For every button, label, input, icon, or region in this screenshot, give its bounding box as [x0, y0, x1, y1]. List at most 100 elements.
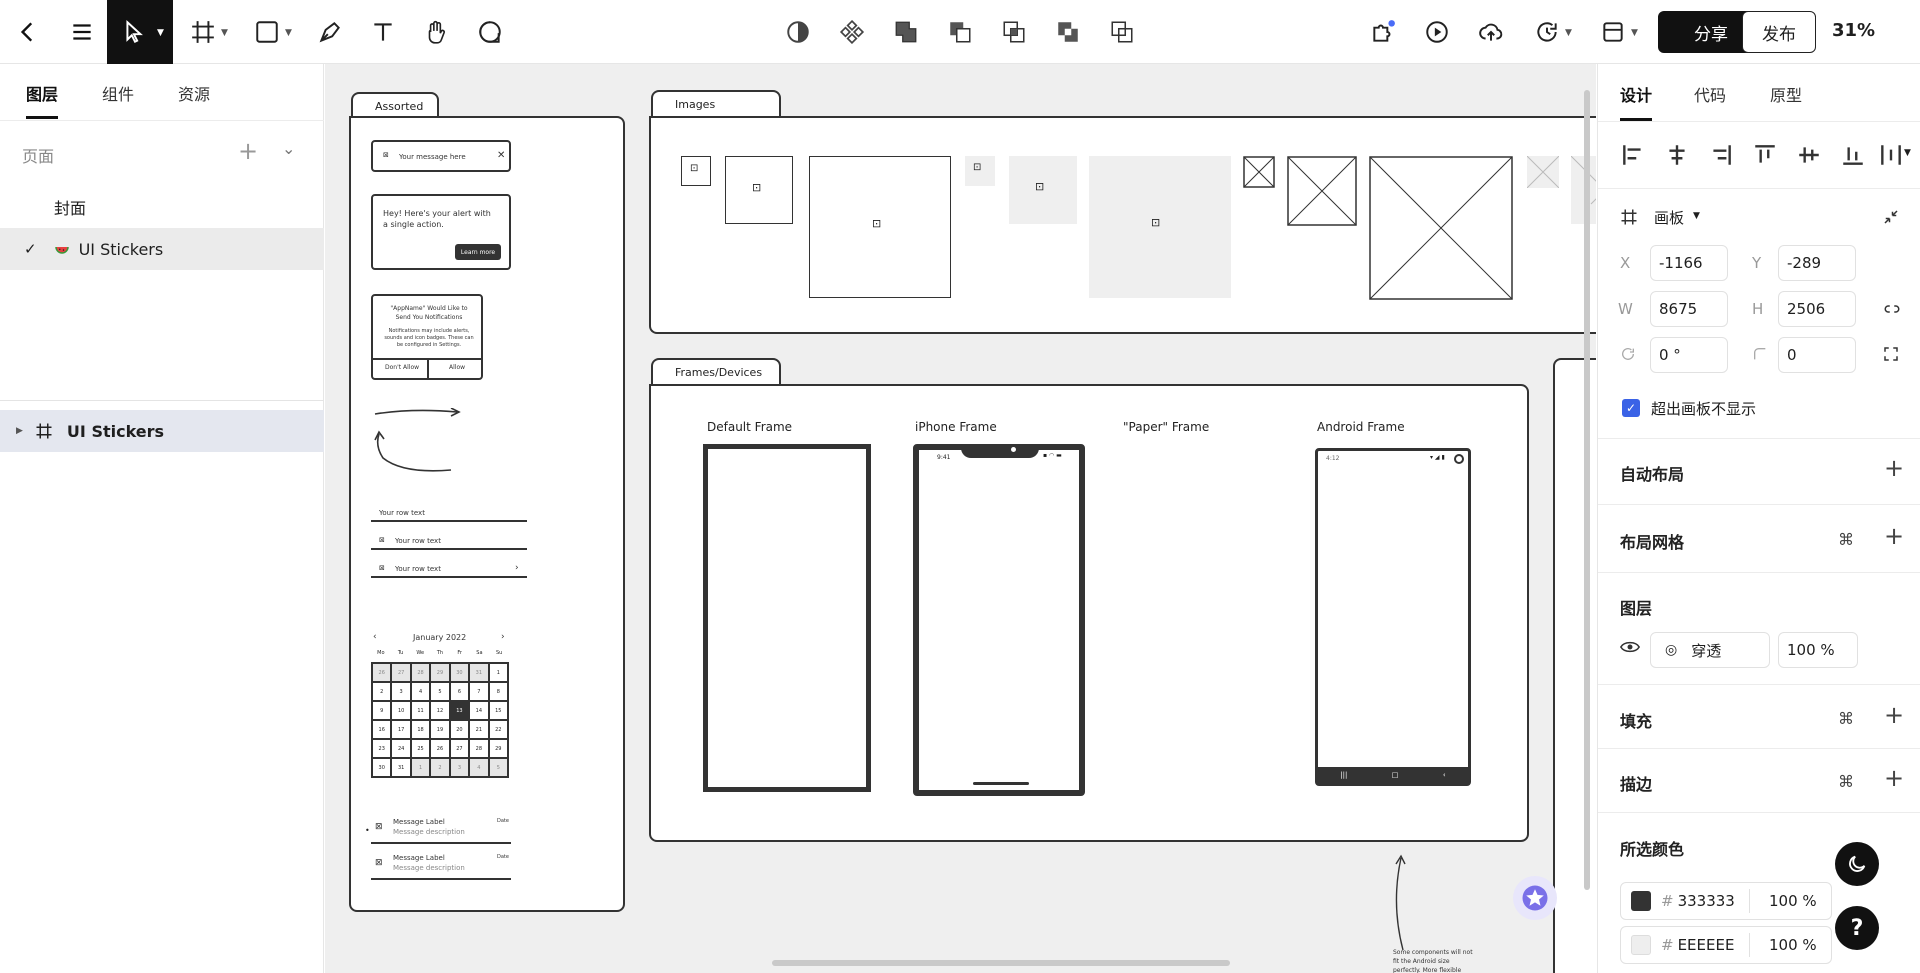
tab-code[interactable]: 代码: [1694, 82, 1726, 106]
images-folder-tab[interactable]: Images: [651, 90, 781, 118]
boolean-exclude-icon[interactable]: [1054, 10, 1082, 54]
styles-icon[interactable]: ⌘: [1838, 709, 1854, 728]
chevron-down-icon[interactable]: ▼: [1693, 211, 1700, 221]
image-placeholder-grey[interactable]: ⊡: [1009, 156, 1077, 224]
android-frame[interactable]: 4:12 ▾ ◢ ▮ ||| □ ‹: [1315, 448, 1471, 786]
select-tool-button[interactable]: ▼: [107, 0, 173, 64]
color-row[interactable]: # EEEEEE 100 %: [1620, 926, 1832, 964]
tab-assets[interactable]: 资源: [178, 81, 210, 105]
add-fill-icon[interactable]: +: [1884, 701, 1904, 729]
chevron-down-icon[interactable]: ▼: [285, 28, 292, 38]
frames-folder[interactable]: Default Frame iPhone Frame "Paper" Frame…: [649, 384, 1529, 842]
back-icon[interactable]: [12, 10, 44, 54]
page-item-cover[interactable]: 封面: [0, 186, 324, 228]
chevron-down-icon[interactable]: ▼: [1631, 28, 1638, 38]
image-crossed-placeholder[interactable]: [1243, 156, 1275, 188]
chevron-down-icon[interactable]: ▼: [1904, 148, 1911, 158]
layout-panel-icon[interactable]: [1598, 10, 1628, 54]
chevron-down-icon[interactable]: ▼: [1565, 28, 1572, 38]
rectangle-tool-icon[interactable]: [252, 10, 282, 54]
width-input[interactable]: 8675: [1650, 291, 1728, 327]
plugin-icon[interactable]: [1368, 10, 1398, 54]
dialog-sticker[interactable]: "AppName" Would Like to Send You Notific…: [371, 294, 483, 380]
page-item-ui-stickers[interactable]: ✓ UI Stickers: [0, 228, 324, 270]
add-page-icon[interactable]: +: [238, 137, 258, 165]
expand-arrow-icon[interactable]: ▶: [16, 426, 23, 436]
component-icon[interactable]: [838, 10, 866, 54]
text-tool-icon[interactable]: [367, 10, 399, 54]
rotation-input[interactable]: 0 °: [1650, 337, 1728, 373]
image-placeholder[interactable]: ⊡: [681, 156, 711, 186]
align-left-icon[interactable]: [1620, 142, 1646, 168]
menu-icon[interactable]: [66, 10, 98, 54]
dark-mode-toggle[interactable]: [1835, 842, 1879, 886]
blend-mode-select[interactable]: ◎ 穿透: [1650, 632, 1770, 668]
link-icon[interactable]: [1882, 300, 1902, 318]
boolean-intersect-icon[interactable]: [1000, 10, 1028, 54]
publish-button[interactable]: 发布: [1742, 11, 1816, 53]
vertical-scrollbar[interactable]: [1584, 90, 1590, 890]
tab-prototype[interactable]: 原型: [1770, 82, 1802, 106]
align-top-icon[interactable]: [1752, 142, 1778, 168]
clip-content-checkbox[interactable]: ✓: [1622, 399, 1640, 417]
assorted-folder[interactable]: ⊠ Your message here ✕ Hey! Here's your a…: [349, 116, 625, 912]
comment-tool-icon[interactable]: [474, 10, 506, 54]
add-layout-grid-icon[interactable]: +: [1884, 522, 1904, 550]
chevron-down-icon[interactable]: ⌄: [282, 139, 295, 158]
image-placeholder[interactable]: ⊡: [725, 156, 793, 224]
horizontal-scrollbar[interactable]: [772, 960, 1230, 966]
x-input[interactable]: -1166: [1650, 245, 1728, 281]
toast-sticker[interactable]: ⊠ Your message here ✕: [371, 140, 511, 172]
design-canvas[interactable]: Assorted ⊠ Your message here ✕ Hey! Here…: [325, 64, 1596, 973]
styles-icon[interactable]: ⌘: [1838, 530, 1854, 549]
align-center-h-icon[interactable]: [1664, 142, 1690, 168]
color-swatch[interactable]: [1631, 891, 1651, 911]
history-icon[interactable]: [1532, 10, 1562, 54]
upload-cloud-icon[interactable]: [1476, 10, 1506, 54]
frame-type-label[interactable]: 画板: [1654, 207, 1684, 228]
height-input[interactable]: 2506: [1778, 291, 1856, 327]
chevron-down-icon[interactable]: ▼: [221, 28, 228, 38]
arrow-stickers[interactable]: [373, 408, 465, 478]
y-input[interactable]: -289: [1778, 245, 1856, 281]
image-placeholder[interactable]: ⊡: [809, 156, 951, 298]
images-folder[interactable]: ⊡ ⊡ ⊡ ⊡ ⊡ ⊡: [649, 116, 1596, 334]
row-sticker[interactable]: ⊠ Your row text: [371, 532, 527, 550]
collapse-icon[interactable]: [1882, 208, 1900, 226]
tab-components[interactable]: 组件: [102, 81, 134, 105]
image-crossed-placeholder-grey[interactable]: [1527, 156, 1559, 188]
layer-row-ui-stickers[interactable]: ▶ UI Stickers: [0, 410, 324, 452]
add-stroke-icon[interactable]: +: [1884, 764, 1904, 792]
image-placeholder-grey[interactable]: ⊡: [1089, 156, 1231, 298]
independent-corners-icon[interactable]: [1882, 345, 1900, 363]
boolean-subtract-icon[interactable]: [946, 10, 974, 54]
image-placeholder-grey[interactable]: ⊡: [965, 156, 995, 186]
boolean-union-icon[interactable]: [892, 10, 920, 54]
zoom-level[interactable]: 31%: [1832, 20, 1875, 41]
message-item[interactable]: • ⊠ Message Label Message description Da…: [365, 814, 511, 844]
ai-assistant-button[interactable]: [1513, 876, 1557, 920]
hand-tool-icon[interactable]: [420, 10, 452, 54]
styles-icon[interactable]: ⌘: [1838, 772, 1854, 791]
radius-input[interactable]: 0: [1778, 337, 1856, 373]
align-right-icon[interactable]: [1708, 142, 1734, 168]
row-sticker[interactable]: Your row text: [371, 504, 527, 522]
default-frame[interactable]: [703, 444, 871, 792]
eye-icon[interactable]: [1620, 639, 1640, 655]
frames-folder-tab[interactable]: Frames/Devices: [651, 358, 781, 386]
color-swatch[interactable]: [1631, 935, 1651, 955]
distribute-icon[interactable]: [1878, 142, 1904, 168]
layer-opacity-input[interactable]: 100 %: [1778, 632, 1858, 668]
color-row[interactable]: # 333333 100 %: [1620, 882, 1832, 920]
image-crossed-placeholder[interactable]: [1369, 156, 1513, 300]
frame-tool-icon[interactable]: [188, 10, 218, 54]
help-button[interactable]: ?: [1835, 906, 1879, 950]
align-bottom-icon[interactable]: [1840, 142, 1866, 168]
message-item[interactable]: ⊠ Message Label Message description Date: [371, 850, 511, 880]
alert-sticker[interactable]: Hey! Here's your alert with a single act…: [371, 194, 511, 270]
row-sticker[interactable]: ⊠ Your row text ›: [371, 560, 527, 578]
image-crossed-placeholder[interactable]: [1287, 156, 1357, 226]
align-center-v-icon[interactable]: [1796, 142, 1822, 168]
add-auto-layout-icon[interactable]: +: [1884, 454, 1904, 482]
tab-design[interactable]: 设计: [1620, 82, 1652, 106]
